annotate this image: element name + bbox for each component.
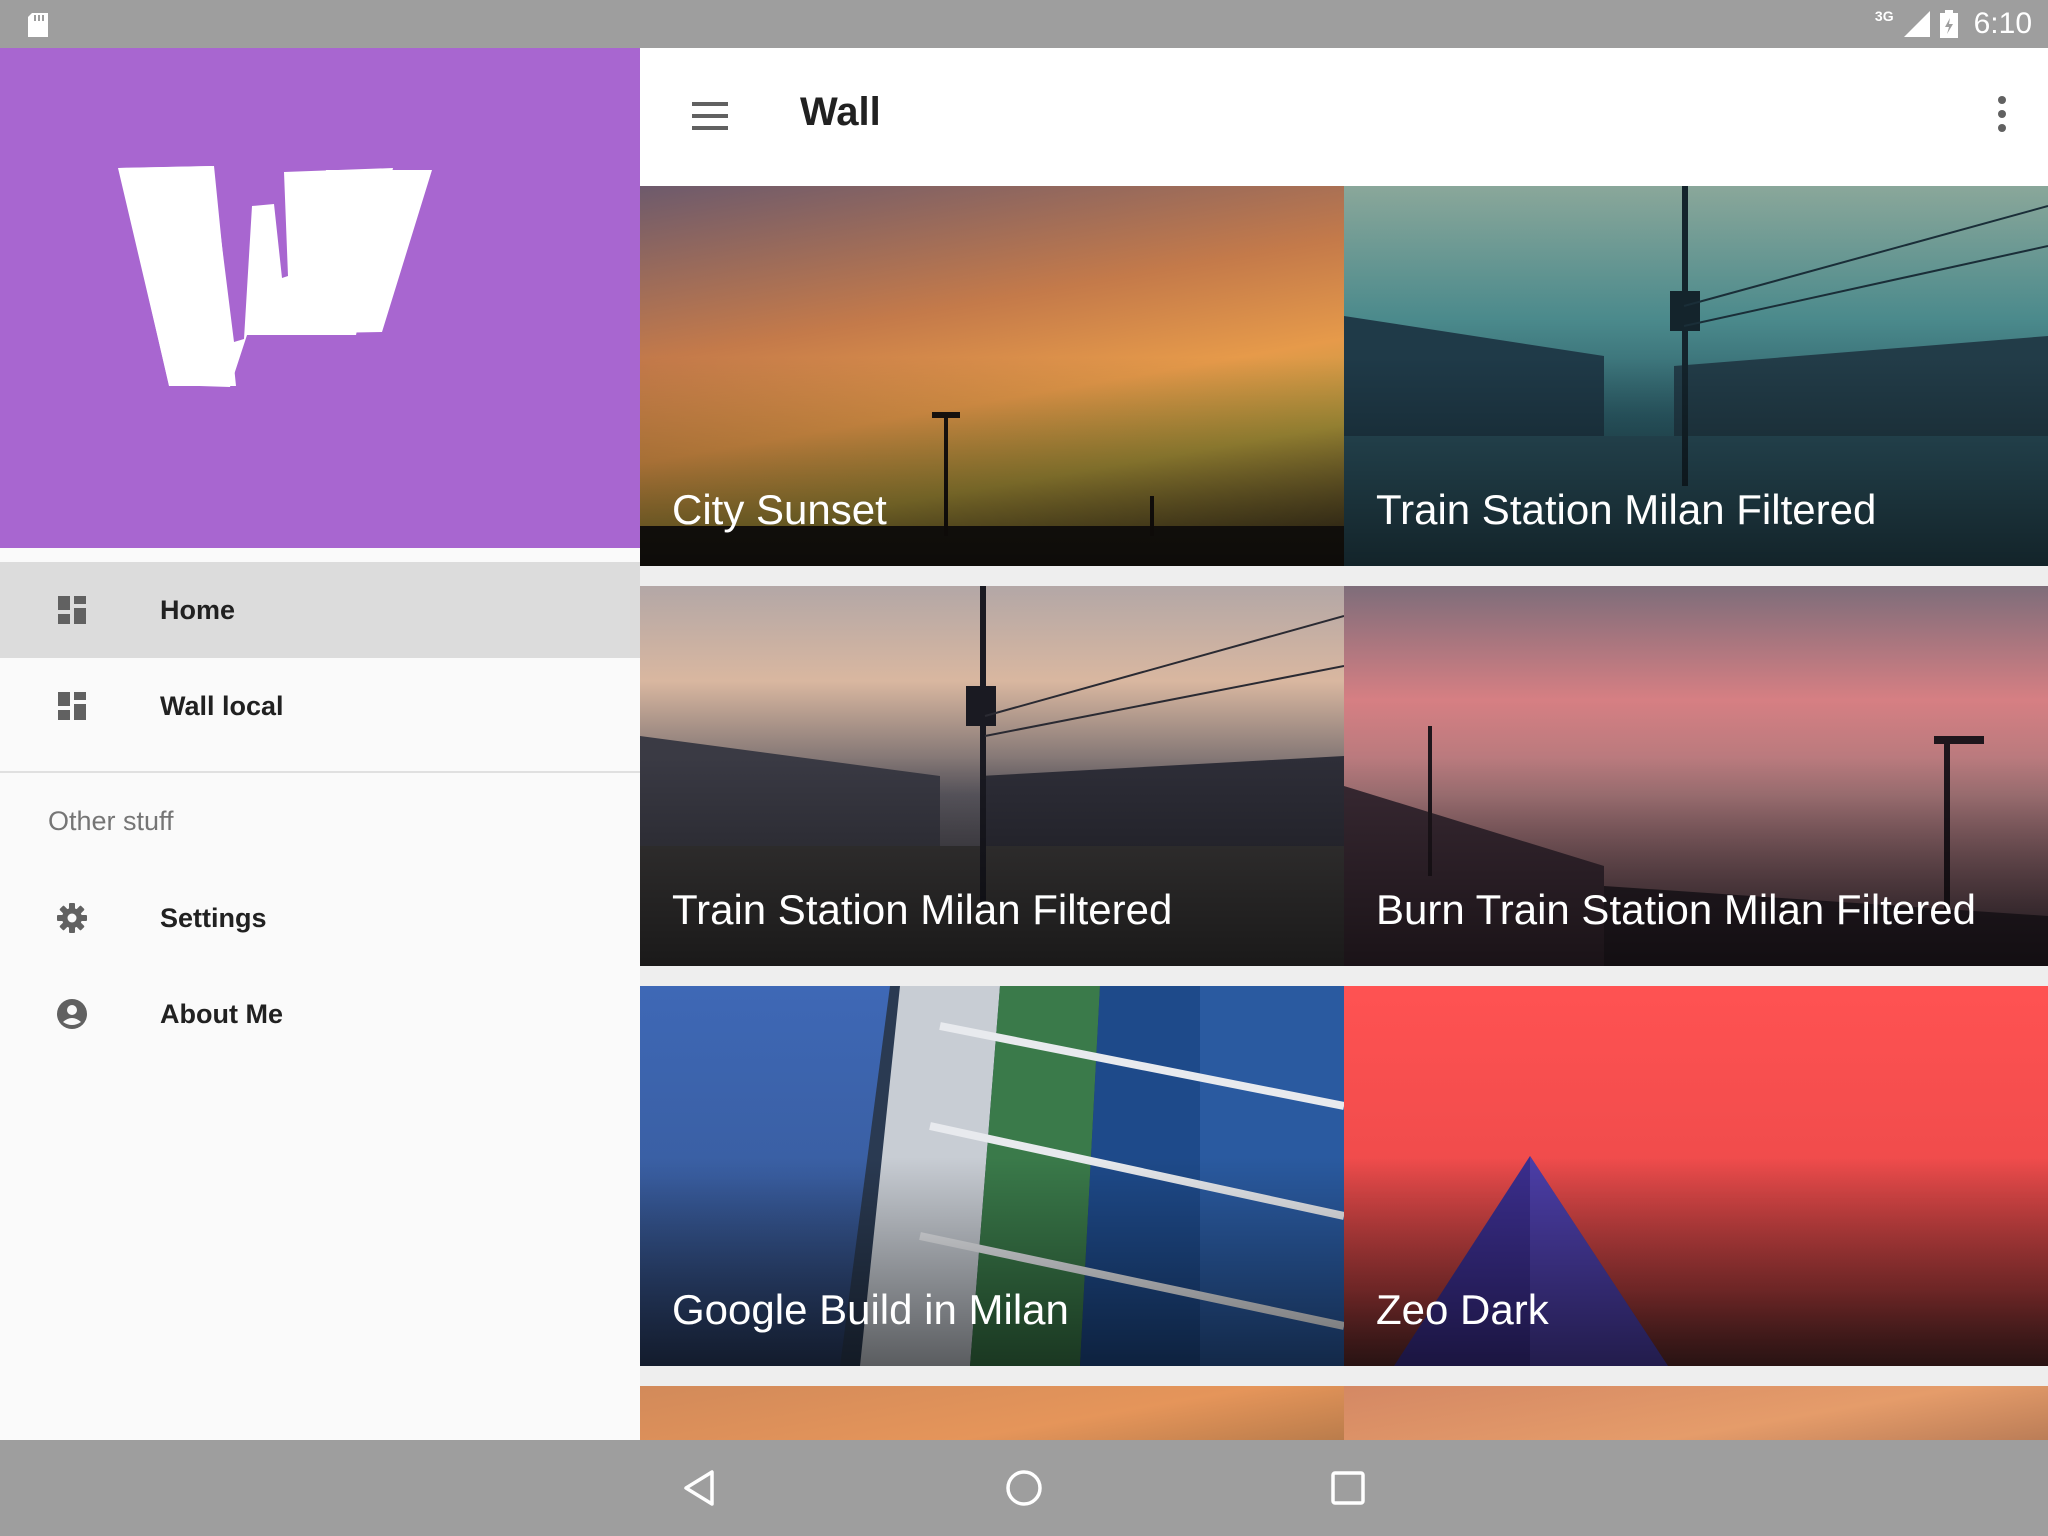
main-content: Wall City Sunset Train Station Milan Fil… (640, 48, 2048, 1440)
wallpaper-card[interactable]: Zeo Dark (1344, 986, 2048, 1366)
status-bar: 3G 6:10 (0, 0, 2048, 48)
wallpaper-card[interactable] (1344, 1386, 2048, 1440)
drawer-item-label: Wall local (160, 690, 284, 721)
wallpaper-title: Zeo Dark (1376, 1286, 1549, 1333)
drawer-item-about-me[interactable]: About Me (0, 966, 640, 1062)
wallpaper-card[interactable]: Burn Train Station Milan Filtered (1344, 586, 2048, 966)
app-logo (118, 166, 432, 387)
back-icon[interactable] (680, 1468, 720, 1508)
home-icon[interactable] (1004, 1468, 1044, 1508)
navigation-drawer: Home Wall local Other stuff Settings Abo… (0, 48, 640, 1440)
system-nav-bar (0, 1440, 2048, 1536)
drawer-divider (0, 771, 640, 773)
wallpaper-card[interactable]: Train Station Milan Filtered (640, 586, 1344, 966)
drawer-section-title: Other stuff (48, 806, 174, 836)
more-vert-icon[interactable] (1996, 94, 2008, 134)
drawer-item-label: About Me (160, 998, 283, 1029)
wallpaper-title: Burn Train Station Milan Filtered (1376, 886, 1976, 933)
recents-icon[interactable] (1328, 1468, 1368, 1508)
signal-icon (1903, 11, 1930, 37)
app-screen: 3G 6:10 Home Wall local Other stuff Sett… (0, 0, 2048, 1536)
wallpaper-title: Train Station Milan Filtered (672, 886, 1173, 933)
wallpaper-title: Google Build in Milan (672, 1286, 1069, 1333)
dashboard-icon (58, 596, 86, 624)
battery-icon (1939, 10, 1958, 38)
wallpaper-card[interactable] (640, 1386, 1344, 1440)
gear-icon (57, 903, 87, 933)
toolbar: Wall (640, 48, 2048, 186)
account-circle-icon (57, 999, 87, 1029)
drawer-item-label: Settings (160, 902, 267, 933)
dashboard-icon (58, 692, 86, 720)
wallpaper-card[interactable]: Train Station Milan Filtered (1344, 186, 2048, 566)
network-type-label: 3G (1874, 8, 1894, 24)
status-icons: 3G 6:10 (1875, 0, 2032, 48)
sd-card-icon (28, 13, 48, 37)
page-title: Wall (800, 90, 881, 134)
drawer-item-home[interactable]: Home (0, 562, 640, 658)
clock: 6:10 (1973, 7, 2032, 40)
wallpaper-card[interactable]: Google Build in Milan (640, 986, 1344, 1366)
wallpaper-card[interactable]: City Sunset (640, 186, 1344, 566)
drawer-item-label: Home (160, 594, 236, 625)
hamburger-menu-icon[interactable] (690, 96, 730, 136)
drawer-item-wall-local[interactable]: Wall local (0, 658, 640, 754)
drawer-item-settings[interactable]: Settings (0, 870, 640, 966)
wallpaper-title: Train Station Milan Filtered (1376, 486, 1877, 533)
wallpaper-title: City Sunset (672, 486, 887, 533)
drawer-header (0, 48, 640, 548)
